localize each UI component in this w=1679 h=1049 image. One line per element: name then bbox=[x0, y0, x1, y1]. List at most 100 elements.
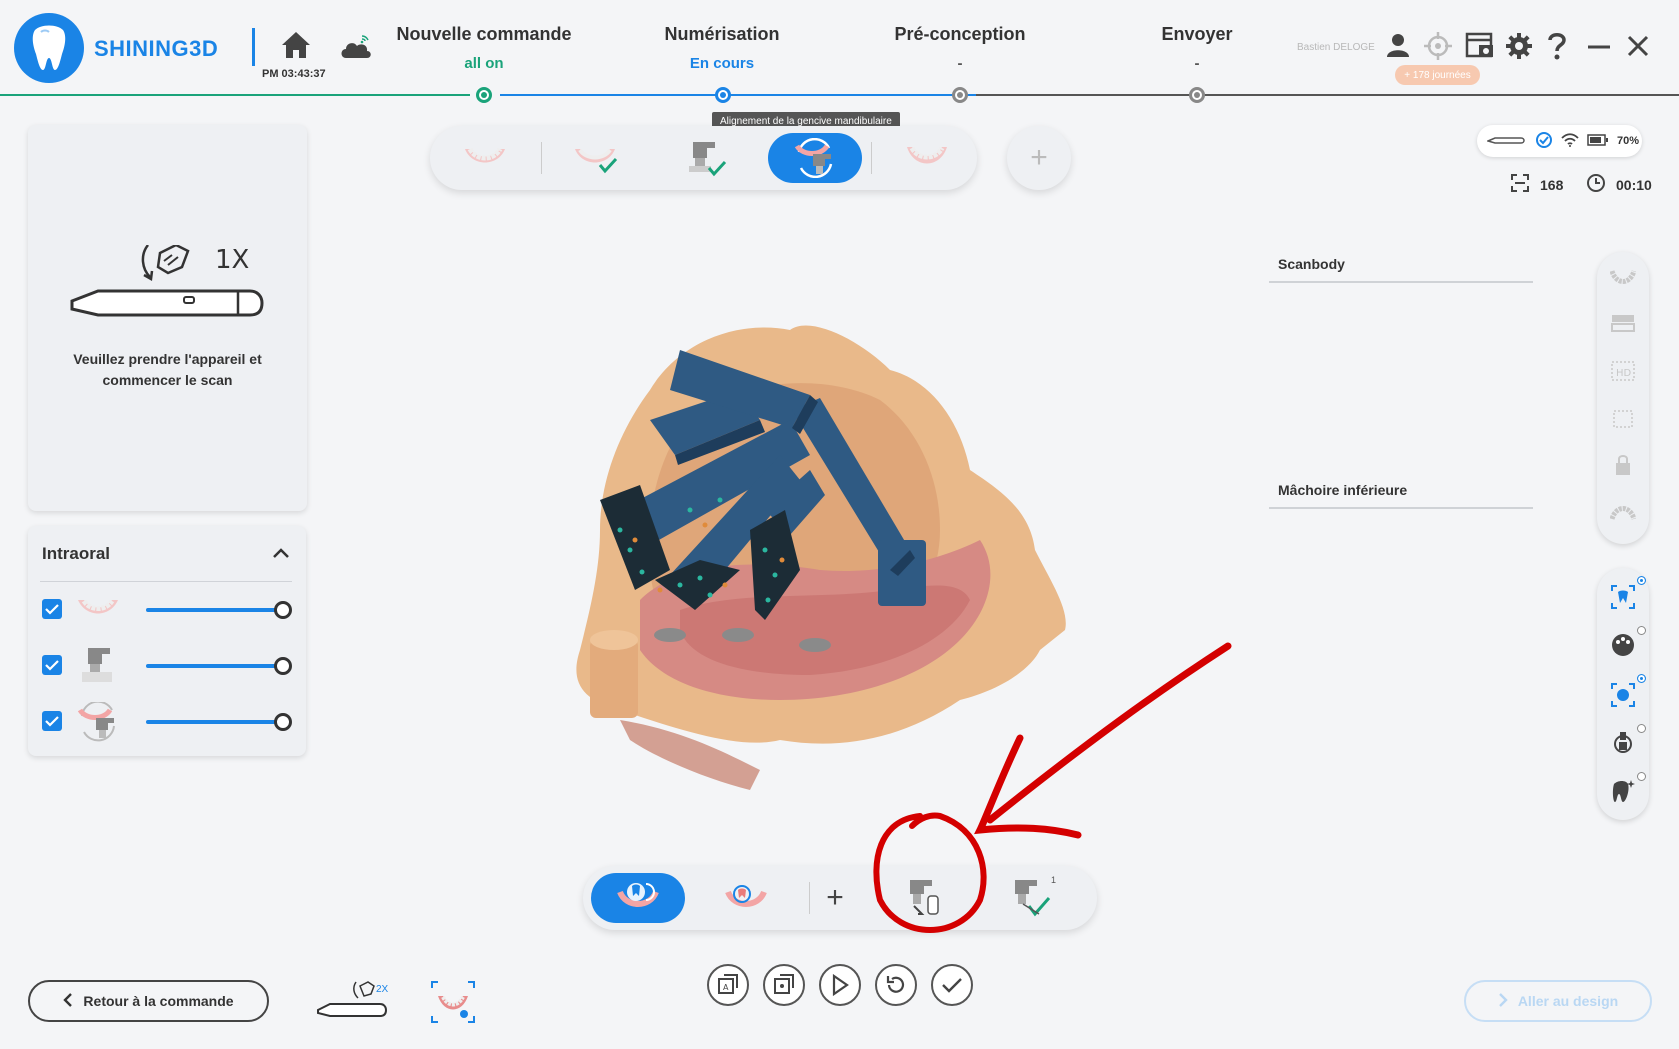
lower-jaw-tool[interactable] bbox=[880, 133, 974, 183]
undo-button[interactable] bbox=[875, 964, 917, 1006]
layer-checkbox[interactable] bbox=[42, 711, 62, 731]
scan-options-toolbar: HD bbox=[1597, 252, 1649, 544]
layer-checkbox[interactable] bbox=[42, 599, 62, 619]
cloud-sync-icon[interactable] bbox=[338, 32, 374, 67]
lock-tooth-icon[interactable] bbox=[1610, 452, 1636, 478]
step-new-order[interactable]: Nouvelle commande all on bbox=[374, 24, 594, 72]
step-node-order[interactable] bbox=[476, 87, 492, 103]
scanbody-divider bbox=[1269, 281, 1533, 283]
opacity-slider-track[interactable] bbox=[146, 608, 281, 612]
close-icon[interactable] bbox=[1626, 32, 1650, 65]
scanbody-label: Scanbody bbox=[1278, 256, 1345, 272]
hd-mode-icon[interactable]: HD bbox=[1610, 358, 1636, 384]
step-node-predesign[interactable] bbox=[952, 87, 968, 103]
scanbody-done-tool[interactable] bbox=[660, 133, 754, 183]
layer-checkbox[interactable] bbox=[42, 655, 62, 675]
scanbody-align-tool[interactable] bbox=[877, 873, 971, 923]
opacity-slider-track[interactable] bbox=[146, 720, 281, 724]
lower-jaw-alt-mode-tool[interactable] bbox=[699, 873, 793, 923]
instruction-panel: 1X Veuillez prendre l'appareil et commen… bbox=[28, 125, 307, 511]
frame-count-stat: 168 bbox=[1510, 173, 1563, 196]
play-button[interactable] bbox=[819, 964, 861, 1006]
mode-toolbar: + 1 bbox=[583, 866, 1097, 930]
brand-divider bbox=[252, 28, 255, 66]
help-icon[interactable] bbox=[1547, 32, 1567, 65]
header-bar: SHINING3D PM 03:43:37 Nouvelle commande … bbox=[0, 0, 1679, 103]
user-icon[interactable] bbox=[1385, 32, 1411, 63]
scanner-2x-icon: 2X bbox=[316, 980, 390, 1025]
add-scan-button[interactable]: + bbox=[1007, 126, 1071, 190]
timer-value: 00:10 bbox=[1616, 176, 1652, 193]
opacity-slider-handle[interactable] bbox=[274, 601, 292, 619]
ai-tools-toolbar bbox=[1597, 568, 1649, 820]
auto-align-button[interactable]: A bbox=[707, 964, 749, 1006]
step-predesign[interactable]: Pré-conception - bbox=[850, 24, 1070, 72]
step-label: Numérisation bbox=[664, 24, 780, 44]
clock-time: PM 03:43:37 bbox=[262, 68, 326, 80]
frame-count: 168 bbox=[1540, 176, 1564, 193]
ai-gingiva-icon[interactable] bbox=[1610, 682, 1636, 708]
ai-tooth-scan-icon[interactable] bbox=[1610, 584, 1636, 610]
scan-count-label: 1X bbox=[215, 245, 250, 275]
step-status: - bbox=[957, 55, 963, 72]
intraoral-panel: Intraoral bbox=[28, 526, 306, 756]
instruction-line: Veuillez prendre l'appareil et bbox=[73, 351, 262, 367]
lower-jaw-focus-icon[interactable] bbox=[430, 980, 476, 1029]
layer-row-lower-jaw bbox=[42, 590, 298, 630]
lower-jaw-view-icon[interactable] bbox=[1610, 500, 1636, 526]
progress-line-pending bbox=[976, 94, 1679, 96]
gear-icon[interactable] bbox=[1505, 32, 1533, 65]
step-node-send[interactable] bbox=[1189, 87, 1205, 103]
step-label: Pré-conception bbox=[894, 24, 1026, 44]
scanbody-ai-icon[interactable] bbox=[1610, 730, 1636, 756]
chevron-up-icon[interactable] bbox=[272, 546, 290, 564]
layer-row-gingiva-alignment bbox=[42, 700, 298, 742]
crop-region-icon[interactable] bbox=[1610, 406, 1636, 432]
back-to-order-button[interactable]: Retour à la commande bbox=[28, 980, 269, 1022]
panel-divider bbox=[40, 581, 292, 582]
opacity-slider-handle[interactable] bbox=[274, 713, 292, 731]
home-icon[interactable] bbox=[280, 30, 312, 65]
add-mode-button[interactable]: + bbox=[805, 873, 865, 923]
lower-jaw-divider bbox=[1269, 507, 1533, 509]
target-icon[interactable] bbox=[1424, 32, 1452, 65]
opacity-slider-track[interactable] bbox=[146, 664, 281, 668]
battery-level: 70% bbox=[1617, 135, 1640, 147]
user-name: Bastien DELOGE bbox=[1297, 42, 1375, 53]
scanbody-count: 1 bbox=[1051, 875, 1057, 885]
toggle-indicator bbox=[1637, 576, 1646, 585]
step-scanning[interactable]: Numérisation En cours bbox=[612, 24, 832, 72]
wifi-icon bbox=[1561, 132, 1579, 150]
upper-jaw-tool[interactable] bbox=[438, 133, 532, 183]
scanner-icon bbox=[1485, 134, 1527, 149]
color-palette-icon[interactable] bbox=[1610, 632, 1636, 658]
manual-align-button[interactable] bbox=[763, 964, 805, 1006]
step-node-scan[interactable] bbox=[715, 87, 731, 103]
scanbody-thumb-icon bbox=[76, 646, 120, 691]
screenshot-icon[interactable] bbox=[1465, 32, 1495, 65]
upper-jaw-view-icon[interactable] bbox=[1610, 264, 1636, 290]
scan-toolbar bbox=[430, 126, 977, 190]
minimize-icon[interactable] bbox=[1586, 32, 1612, 65]
frame-icon bbox=[1510, 173, 1530, 196]
lower-jaw-done-tool[interactable] bbox=[550, 133, 644, 183]
calibration-check-icon bbox=[1535, 131, 1553, 152]
tooth-sparkle-icon[interactable] bbox=[1610, 778, 1636, 804]
clock-icon bbox=[1586, 173, 1606, 196]
lower-jaw-label: Mâchoire inférieure bbox=[1278, 482, 1408, 498]
scanbody-check-tool[interactable]: 1 bbox=[985, 873, 1079, 923]
timer-stat: 00:10 bbox=[1586, 173, 1652, 196]
step-status: - bbox=[1194, 55, 1200, 72]
svg-text:HD: HD bbox=[1616, 368, 1632, 379]
design-button-label: Aller au design bbox=[1517, 993, 1619, 1009]
confirm-button[interactable] bbox=[931, 964, 973, 1006]
go-to-design-button[interactable]: Aller au design bbox=[1464, 980, 1652, 1022]
occlusion-view-icon[interactable] bbox=[1610, 310, 1636, 336]
step-send[interactable]: Envoyer - bbox=[1087, 24, 1307, 72]
lower-jaw-mode-tool[interactable] bbox=[591, 873, 685, 923]
gingiva-alignment-tool[interactable] bbox=[768, 133, 862, 183]
step-label: Nouvelle commande bbox=[396, 24, 572, 44]
3d-scan-viewport[interactable] bbox=[560, 310, 1080, 815]
opacity-slider-handle[interactable] bbox=[274, 657, 292, 675]
brand-name: SHINING3D bbox=[94, 36, 219, 61]
